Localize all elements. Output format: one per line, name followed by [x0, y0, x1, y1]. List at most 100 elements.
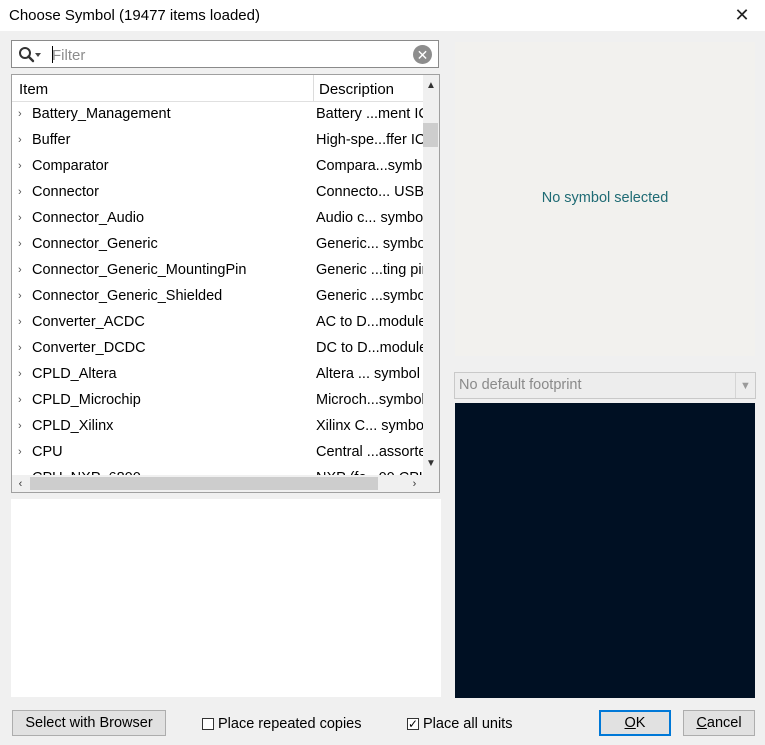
- tree-row-description: Compara...symbol: [316, 158, 423, 174]
- tree-row-description: Xilinx C... symbol: [316, 418, 423, 434]
- checkbox-box[interactable]: [202, 718, 214, 730]
- ok-label-rest: K: [635, 715, 646, 731]
- tree-row-description: High-spe...ffer IC: [316, 132, 423, 148]
- tree-row-description: AC to D...module: [316, 314, 423, 330]
- cancel-label-rest: ancel: [706, 715, 742, 731]
- title-bar: Choose Symbol (19477 items loaded) ✕: [0, 0, 765, 31]
- tree-row[interactable]: › Buffer High-spe...ffer IC: [12, 127, 423, 153]
- close-icon[interactable]: ✕: [719, 0, 765, 31]
- scroll-down-icon[interactable]: ▼: [423, 455, 439, 471]
- chevron-right-icon[interactable]: ›: [18, 186, 22, 198]
- tree-row-description: Altera ... symbol: [316, 366, 420, 382]
- ok-mnemonic: O: [624, 715, 636, 731]
- tree-row[interactable]: › Battery_Management Battery ...ment IC: [12, 101, 423, 127]
- tree-row[interactable]: › CPLD_Xilinx Xilinx C... symbol: [12, 413, 423, 439]
- tree-row[interactable]: ›CPU_NXP_6800NXP (fo...00 CPU: [12, 465, 423, 475]
- footprint-preview-canvas: [455, 403, 755, 698]
- tree-row-item: Connector_Generic_MountingPin: [32, 262, 247, 278]
- column-header-description[interactable]: Description: [319, 81, 394, 98]
- tree-row[interactable]: › Connector_Generic Generic... symbol: [12, 231, 423, 257]
- chevron-right-icon[interactable]: ›: [18, 368, 22, 380]
- tree-row[interactable]: › CPLD_Altera Altera ... symbol: [12, 361, 423, 387]
- tree-row-item: Connector: [32, 184, 99, 200]
- tree-row-description: Generic... symbol: [316, 236, 423, 252]
- tree-row-description: Battery ...ment IC: [316, 106, 423, 122]
- chevron-right-icon[interactable]: ›: [18, 238, 22, 250]
- tree-row-item: Battery_Management: [32, 106, 171, 122]
- place-all-units-label: Place all units: [423, 716, 513, 732]
- symbol-preview-panel: No symbol selected: [455, 42, 755, 356]
- search-icon[interactable]: [18, 46, 42, 64]
- chevron-right-icon[interactable]: ›: [18, 342, 22, 354]
- tree-row[interactable]: › Converter_DCDC DC to D...module: [12, 335, 423, 361]
- tree-row-item: Connector_Generic_Shielded: [32, 288, 223, 304]
- tree-row-item: Converter_ACDC: [32, 314, 145, 330]
- chevron-right-icon[interactable]: ›: [18, 316, 22, 328]
- tree-row[interactable]: › Connector Connecto... USB.: [12, 179, 423, 205]
- chevron-right-icon[interactable]: ›: [18, 394, 22, 406]
- place-all-units-checkbox[interactable]: ✓ Place all units: [407, 716, 512, 732]
- filter-input[interactable]: [50, 44, 404, 66]
- scroll-up-icon[interactable]: ▲: [423, 77, 439, 93]
- chevron-right-icon[interactable]: ›: [18, 108, 22, 120]
- tree-row-item: Converter_DCDC: [32, 340, 146, 356]
- vertical-scrollbar[interactable]: ▲ ▼: [423, 75, 439, 475]
- tree-row-description: Connecto... USB.: [316, 184, 423, 200]
- chevron-right-icon[interactable]: ›: [18, 160, 22, 172]
- tree-row-item: Buffer: [32, 132, 71, 148]
- tree-row-description: Audio c... symbol: [316, 210, 423, 226]
- place-repeated-copies-checkbox[interactable]: Place repeated copies: [202, 716, 362, 732]
- horizontal-scroll-thumb[interactable]: [30, 477, 378, 490]
- scrollbar-corner: [423, 475, 439, 492]
- tree-row-description: Central ...assorted: [316, 444, 423, 460]
- tree-header: Item Description: [12, 75, 423, 102]
- tree-row-item: Connector_Generic: [32, 236, 158, 252]
- tree-row-item: CPLD_Xilinx: [32, 418, 114, 434]
- column-divider[interactable]: [313, 75, 314, 101]
- tree-row-description: Microch...symbol: [316, 392, 423, 408]
- tree-row-description: Generic ...symbol: [316, 288, 423, 304]
- symbol-tree[interactable]: Item Description › Battery_Management Batt…: [11, 74, 440, 493]
- select-with-browser-button[interactable]: Select with Browser: [12, 710, 166, 736]
- chevron-right-icon[interactable]: ›: [18, 212, 22, 224]
- tree-row[interactable]: › CPU Central ...assorted: [12, 439, 423, 465]
- tree-row-item: CPLD_Altera: [32, 366, 117, 382]
- tree-row-item: Comparator: [32, 158, 109, 174]
- column-header-item[interactable]: Item: [19, 81, 48, 98]
- footprint-select[interactable]: No default footprint ▼: [454, 372, 756, 399]
- tree-rows: › Battery_Management Battery ...ment IC › Bu…: [12, 101, 423, 475]
- tree-row[interactable]: › Connector_Generic_MountingPin Generic ..…: [12, 257, 423, 283]
- chevron-right-icon[interactable]: ›: [18, 420, 22, 432]
- tree-row-item: CPU: [32, 444, 63, 460]
- text-caret: [52, 46, 53, 63]
- checkmark-icon[interactable]: ✓: [407, 718, 419, 730]
- tree-row[interactable]: › CPLD_Microchip Microch...symbol: [12, 387, 423, 413]
- tree-row-description: DC to D...module: [316, 340, 423, 356]
- place-repeated-copies-label: Place repeated copies: [218, 716, 362, 732]
- chevron-right-icon[interactable]: ›: [18, 264, 22, 276]
- horizontal-scrollbar[interactable]: ‹ ›: [12, 475, 423, 492]
- cancel-mnemonic: C: [696, 715, 707, 731]
- chevron-down-icon[interactable]: ▼: [735, 373, 755, 398]
- tree-row[interactable]: › Connector_Audio Audio c... symbol: [12, 205, 423, 231]
- scroll-left-icon[interactable]: ‹: [12, 475, 29, 492]
- tree-row-description: Generic ...ting pin: [316, 262, 423, 278]
- clear-circle-icon[interactable]: ✕: [413, 45, 432, 64]
- tree-row[interactable]: › Comparator Compara...symbol: [12, 153, 423, 179]
- chevron-right-icon[interactable]: ›: [18, 446, 22, 458]
- chevron-right-icon[interactable]: ›: [18, 290, 22, 302]
- ok-button[interactable]: OK: [599, 710, 671, 736]
- filter-box[interactable]: ✕: [11, 40, 439, 68]
- chevron-right-icon[interactable]: ›: [18, 134, 22, 146]
- scroll-right-icon[interactable]: ›: [406, 475, 423, 492]
- symbol-details-panel: [11, 499, 441, 697]
- tree-row[interactable]: › Converter_ACDC AC to D...module: [12, 309, 423, 335]
- vertical-scroll-thumb[interactable]: [423, 123, 438, 147]
- tree-row-item: Connector_Audio: [32, 210, 145, 226]
- footprint-select-value: No default footprint: [459, 377, 582, 393]
- tree-row-item: CPLD_Microchip: [32, 392, 141, 408]
- cancel-button[interactable]: Cancel: [683, 710, 755, 736]
- window-title: Choose Symbol (19477 items loaded): [9, 7, 260, 24]
- no-symbol-message: No symbol selected: [541, 190, 669, 206]
- tree-row[interactable]: › Connector_Generic_Shielded Generic ...sy…: [12, 283, 423, 309]
